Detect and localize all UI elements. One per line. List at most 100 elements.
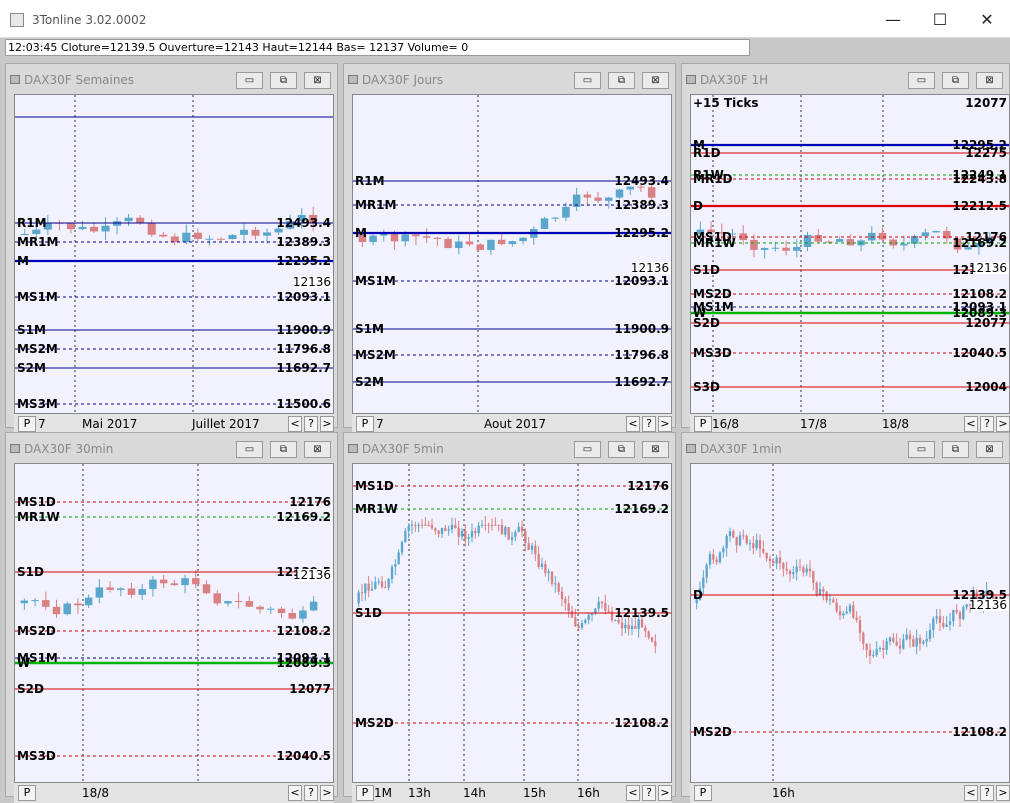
prev-button[interactable]: < (964, 785, 978, 801)
panel-minimize-button[interactable]: ▭ (574, 441, 601, 458)
help-button[interactable]: ? (304, 785, 318, 801)
level-label: MS1D (17, 495, 56, 509)
price-chart[interactable]: MS1D12176MR1W12169.2S1D12139.5MS2D12108.… (352, 463, 673, 784)
price-chart[interactable]: R1M 12493.4 MR1M 12389.3 M 12295.2 MS1M 12093.1… (14, 94, 335, 415)
candle-body (524, 531, 527, 544)
candle-body (805, 568, 808, 573)
price-chart[interactable]: R1M 12493.4 MR1M 12389.3 M 12295.2 MS1M 12093.1… (352, 94, 673, 415)
next-button[interactable]: > (996, 785, 1010, 801)
prev-button[interactable]: < (288, 416, 302, 432)
level-value: 11796.8 (614, 348, 669, 362)
level-label: W (17, 656, 30, 670)
maximize-button[interactable]: ☐ (917, 6, 963, 34)
candle-body (865, 643, 868, 650)
candle-body (597, 601, 600, 609)
level-label: MR1W (355, 502, 398, 516)
candle-body (484, 524, 487, 526)
panel-restore-button[interactable]: ⧉ (270, 441, 297, 458)
candle-body (918, 637, 922, 644)
prev-button[interactable]: < (288, 785, 302, 801)
candle-body (745, 535, 748, 544)
p-button[interactable]: P (356, 785, 374, 801)
panel-minimize-button[interactable]: ▭ (908, 72, 935, 89)
candle-body (193, 232, 202, 239)
window-icon (348, 75, 358, 84)
p-button[interactable]: P (18, 785, 36, 801)
candle-body (52, 606, 61, 615)
prev-button[interactable]: < (626, 416, 640, 432)
p-button[interactable]: P (356, 416, 374, 432)
panel-minimize-button[interactable]: ▭ (236, 72, 263, 89)
p-button[interactable]: P (18, 416, 36, 432)
candle-body (705, 564, 708, 578)
level-value: 12493.4 (276, 216, 331, 230)
candle-body (902, 639, 905, 649)
close-button[interactable]: ✕ (964, 6, 1010, 34)
panel-restore-button[interactable]: ⧉ (942, 441, 969, 458)
level-value: 11692.7 (614, 375, 669, 389)
panel-restore-button[interactable]: ⧉ (608, 72, 635, 89)
help-button[interactable]: ? (980, 785, 994, 801)
help-button[interactable]: ? (642, 785, 656, 801)
p-button[interactable]: P (694, 416, 712, 432)
panel-close-button[interactable]: ⊠ (976, 72, 1003, 89)
next-button[interactable]: > (658, 416, 672, 432)
panel-minimize-button[interactable]: ▭ (236, 441, 263, 458)
panel-restore-button[interactable]: ⧉ (942, 72, 969, 89)
candle-body (788, 570, 792, 575)
price-chart[interactable]: M 12295.2 R1D 12275 R1W 12249.1 MR1D 12243.8 D 12… (690, 94, 1010, 415)
level-label: MS2D (693, 725, 732, 739)
panel-restore-button[interactable]: ⧉ (270, 72, 297, 89)
level-value: 11900.9 (276, 323, 331, 337)
next-button[interactable]: > (996, 416, 1010, 432)
candle-body (758, 539, 762, 549)
next-button[interactable]: > (658, 785, 672, 801)
candle-body (149, 579, 157, 590)
panel-close-button[interactable]: ⊠ (304, 441, 331, 458)
candle-body (508, 241, 517, 245)
minimize-button[interactable]: — (870, 6, 916, 34)
panel-close-button[interactable]: ⊠ (304, 72, 331, 89)
time-label: Mai 2017 (82, 417, 138, 431)
candle-body (422, 236, 431, 238)
price-chart[interactable]: MS1D12176MR1W12169.2S1D12139.5MS2D12108.… (14, 463, 335, 784)
price-chart[interactable]: D 12139.5 MS2D 12108.2 12136 (690, 463, 1010, 784)
candle-body (430, 524, 434, 529)
panel-minimize-button[interactable]: ▭ (574, 72, 601, 89)
panel-close-button[interactable]: ⊠ (642, 441, 669, 458)
candle-body (457, 527, 460, 537)
level-label: MS1D (355, 479, 394, 493)
candle-body (397, 552, 400, 565)
level-value: 12040.5 (276, 749, 331, 763)
prev-button[interactable]: < (626, 785, 640, 801)
candle-body (858, 620, 862, 633)
time-label: Aout 2017 (484, 417, 547, 431)
candle-body (560, 591, 564, 599)
candle-body (812, 571, 815, 583)
candle-body (460, 530, 464, 537)
app-title: 3Tonline 3.02.0002 (32, 13, 147, 27)
help-button[interactable]: ? (304, 416, 318, 432)
panel-restore-button[interactable]: ⧉ (608, 441, 635, 458)
panel-close-button[interactable]: ⊠ (642, 72, 669, 89)
level-value: 12169.2 (614, 502, 669, 516)
help-button[interactable]: ? (642, 416, 656, 432)
panel-minimize-button[interactable]: ▭ (908, 441, 935, 458)
help-button[interactable]: ? (980, 416, 994, 432)
candle-body (89, 226, 99, 232)
candle-body (718, 552, 722, 563)
candle-body (590, 613, 594, 616)
level-label: D (693, 199, 703, 213)
candle-body (912, 639, 915, 647)
candle-body (778, 557, 782, 564)
candle-body (400, 541, 404, 553)
candle-body (885, 641, 888, 650)
prev-button[interactable]: < (964, 416, 978, 432)
candle-body (309, 601, 318, 611)
p-button[interactable]: P (694, 785, 712, 801)
time-label: 7 (38, 417, 46, 431)
next-button[interactable]: > (320, 416, 334, 432)
candle-body (594, 197, 602, 201)
panel-close-button[interactable]: ⊠ (976, 441, 1003, 458)
next-button[interactable]: > (320, 785, 334, 801)
